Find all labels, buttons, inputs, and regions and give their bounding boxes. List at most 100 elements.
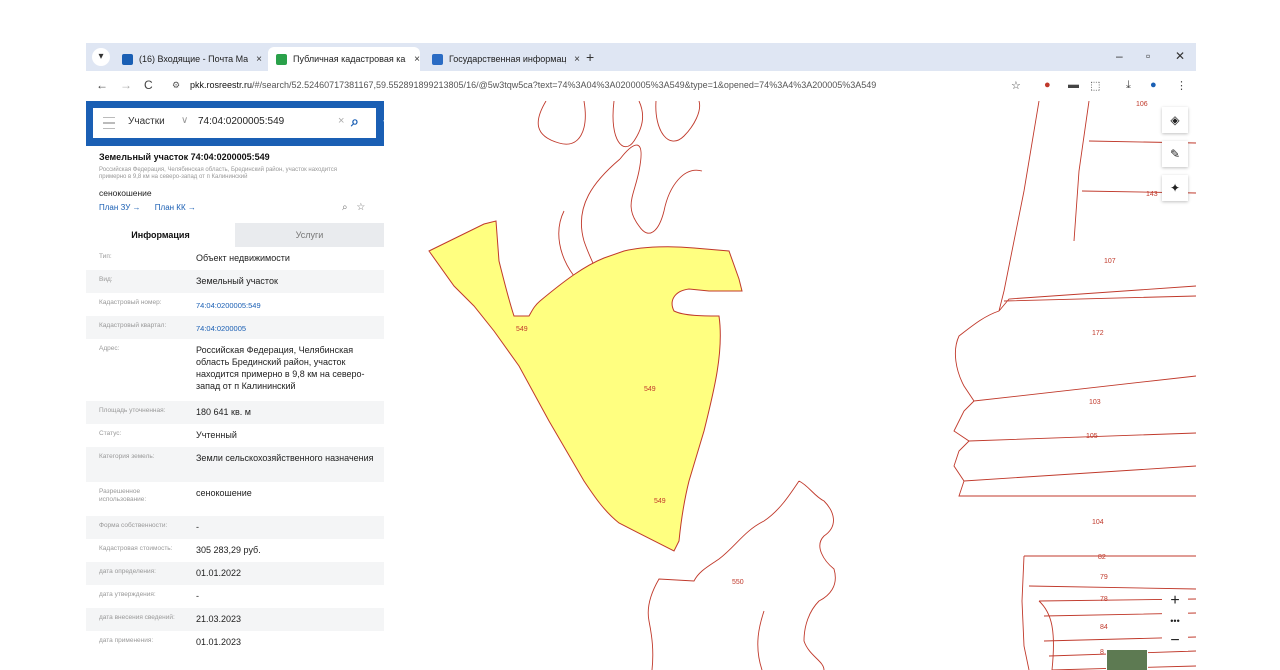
info-row-link[interactable]: 74:04:0200005: [196, 323, 374, 335]
search-type-select[interactable]: Участки: [128, 116, 165, 127]
site-info-icon[interactable]: ⚙: [172, 75, 180, 95]
info-row-value: 01.01.2022: [196, 568, 242, 578]
tab-gov-info[interactable]: Государственная информаци ×: [424, 47, 580, 71]
object-tools: ⌕ ☆: [342, 202, 365, 213]
reload-button[interactable]: C: [144, 78, 153, 92]
zoom-more-button[interactable]: •••: [1162, 611, 1188, 631]
info-row: дата утверждения: -: [86, 585, 384, 608]
info-row-key: Кадастровая стоимость:: [99, 545, 173, 552]
parcel-label: 549: [654, 498, 666, 505]
tab-title: Государственная информаци: [449, 54, 567, 64]
tab-information[interactable]: Информация: [86, 223, 235, 247]
bookmark-star-icon[interactable]: ☆: [1011, 79, 1021, 92]
zoom-in-button[interactable]: +: [1162, 591, 1188, 611]
info-row-key: Вид:: [99, 276, 113, 283]
info-row-key: Форма собственности:: [99, 522, 168, 529]
tab-cadastral-map[interactable]: Публичная кадастровая карта ×: [268, 47, 420, 71]
info-row: Вид: Земельный участок: [86, 270, 384, 293]
parcel-boundary: [1038, 600, 1054, 670]
close-tab-icon[interactable]: ×: [414, 54, 420, 65]
parcel-boundary: [537, 101, 586, 145]
plan-zu-link[interactable]: План ЗУ →: [99, 203, 141, 212]
tab-services[interactable]: Услуги: [235, 223, 384, 247]
browser-menu-icon[interactable]: ⋮: [1176, 79, 1187, 92]
info-row-key: дата утверждения:: [99, 591, 156, 598]
tab-title: (16) Входящие - Почта Mail: [139, 54, 249, 64]
cadastral-map[interactable]: 549 549 549 550 106 143 107 172 103 105 …: [384, 101, 1196, 670]
mail-favicon-icon: [122, 53, 133, 65]
menu-icon[interactable]: [103, 117, 115, 129]
tab-title: Публичная кадастровая карта: [293, 54, 406, 64]
info-row-value: Объект недвижимости: [196, 253, 290, 263]
crosshair-icon[interactable]: ✦: [1162, 175, 1188, 201]
clear-search-icon[interactable]: ×: [338, 115, 344, 127]
close-tab-icon[interactable]: ×: [256, 54, 262, 65]
info-row-key: Адрес:: [99, 345, 120, 352]
extension-2-icon[interactable]: ▬: [1068, 79, 1079, 91]
minimize-button[interactable]: –: [1116, 49, 1123, 63]
profile-icon[interactable]: ●: [1150, 79, 1157, 91]
info-row-key: Кадастровый номер:: [99, 299, 162, 306]
parcel-label: 172: [1092, 330, 1104, 337]
info-row: Тип: Объект недвижимости: [86, 247, 384, 270]
download-icon[interactable]: ⤓: [1126, 79, 1131, 92]
info-table: Тип: Объект недвижимости Вид: Земельный уча…: [86, 247, 384, 654]
zoom-to-object-icon[interactable]: ⌕: [342, 202, 348, 213]
info-row-key: Тип:: [99, 253, 112, 260]
info-row-link[interactable]: 74:04:0200005:549: [196, 300, 374, 312]
new-tab-button[interactable]: +: [586, 49, 594, 65]
restore-button[interactable]: ▫: [1146, 49, 1150, 63]
object-address: Российская Федерация, Челябинская област…: [99, 167, 337, 180]
close-tab-icon[interactable]: ×: [574, 54, 580, 65]
parcel-label: 104: [1092, 519, 1104, 526]
plan-kk-link[interactable]: План КК →: [155, 203, 196, 212]
tab-mail[interactable]: (16) Входящие - Почта Mail ×: [114, 47, 262, 71]
parcel-label: 78: [1100, 596, 1108, 603]
tab-bar: ▾ (16) Входящие - Почта Mail × Публичная…: [86, 43, 1196, 71]
chevron-down-icon[interactable]: ∨: [181, 115, 188, 126]
info-row: дата определения: 01.01.2022: [86, 562, 384, 585]
object-title: Земельный участок 74:04:0200005:549: [99, 152, 270, 162]
parcel-label: 106: [1136, 101, 1148, 108]
info-row: Кадастровая стоимость: 305 283,29 руб.: [86, 539, 384, 562]
info-row: Форма собственности: -: [86, 516, 384, 539]
info-row: Площадь уточненная: 180 641 кв. м: [86, 401, 384, 424]
info-row: Статус: Учтенный: [86, 424, 384, 447]
info-row-value: Земельный участок: [196, 276, 278, 286]
favorite-star-icon[interactable]: ☆: [356, 202, 365, 213]
ruler-icon[interactable]: ✎: [1162, 141, 1188, 167]
info-row-key: дата внесения сведений:: [99, 614, 175, 621]
url-field[interactable]: ⚙ pkk.rosreestr.ru/#/search/52.524607173…: [166, 75, 956, 95]
gov-favicon-icon: [432, 53, 443, 65]
info-row-value: 21.03.2023: [196, 614, 242, 624]
parcel-label: 549: [516, 326, 528, 333]
parcel-label: 103: [1089, 399, 1101, 406]
selected-parcel-549: [428, 220, 743, 552]
url-domain: pkk.rosreestr.ru: [190, 80, 253, 90]
extension-icon[interactable]: ●: [1044, 79, 1051, 91]
info-row-value: -: [196, 522, 199, 532]
forward-button[interactable]: →: [120, 78, 132, 92]
info-row-value: Учтенный: [196, 430, 237, 440]
parcel-label: 105: [1086, 433, 1098, 440]
parcel-boundary: [958, 480, 1196, 497]
back-button[interactable]: ←: [96, 78, 108, 92]
info-row-value: -: [196, 591, 199, 601]
info-row-value: Земли сельскохозяйственного назначения: [196, 453, 374, 463]
info-row-key: Площадь уточненная:: [99, 407, 166, 414]
basemap-switcher[interactable]: [1106, 649, 1148, 670]
map-view[interactable]: 549 549 549 550 106 143 107 172 103 105 …: [384, 101, 1196, 670]
layers-icon[interactable]: ◈: [1162, 107, 1188, 133]
extensions-puzzle-icon[interactable]: ⬚: [1090, 79, 1100, 92]
search-input[interactable]: 74:04:0200005:549: [198, 116, 284, 127]
parcel-label: 79: [1100, 574, 1108, 581]
info-row: Адрес: Российская Федерация, Челябинская …: [86, 339, 384, 401]
close-window-button[interactable]: ✕: [1175, 49, 1185, 63]
info-panel: Участки ∨ 74:04:0200005:549 × ⌕ ‹ Земель…: [86, 101, 385, 670]
search-icon[interactable]: ⌕: [351, 113, 359, 130]
parcel-boundary: [612, 101, 644, 148]
browser-window: ▾ (16) Входящие - Почта Mail × Публичная…: [86, 43, 1196, 670]
info-row: Разрешенное использование: сенокошение: [86, 482, 384, 516]
zoom-out-button[interactable]: −: [1162, 631, 1188, 651]
tab-search-icon[interactable]: ▾: [92, 48, 110, 66]
